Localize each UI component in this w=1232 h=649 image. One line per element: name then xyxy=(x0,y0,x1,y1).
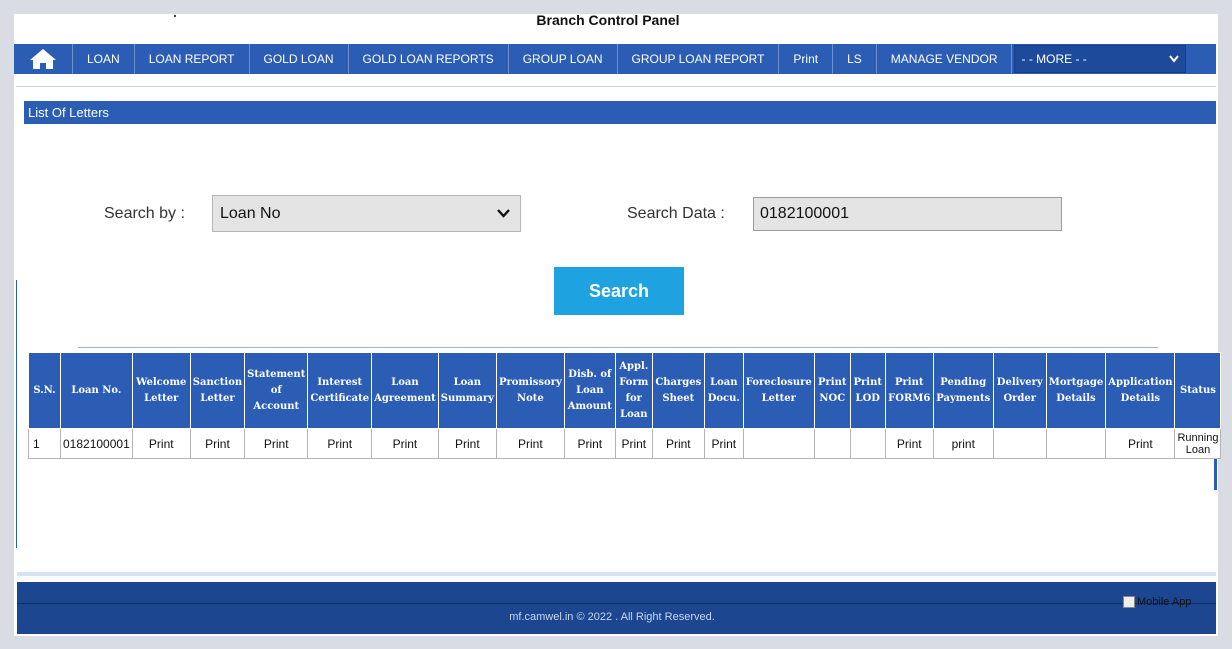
column-header: Promissory Note xyxy=(495,352,565,429)
section-title: List Of Letters xyxy=(24,101,1216,124)
column-header: Application Details xyxy=(1105,352,1176,429)
column-header: Pending Payments xyxy=(932,352,994,429)
print-statement-link[interactable]: Print xyxy=(244,428,309,459)
search-button[interactable]: Search xyxy=(554,267,684,315)
nav-loan-report[interactable]: LOAN REPORT xyxy=(135,44,250,74)
footer-copyright: mf.camwel.in © 2022 . All Right Reserved… xyxy=(509,611,715,623)
delivery-order-cell xyxy=(992,428,1047,459)
print-promissory-note-link[interactable]: Print xyxy=(495,428,565,459)
footer: Mobile App mf.camwel.in © 2022 . All Rig… xyxy=(17,582,1216,634)
nav-print[interactable]: Print xyxy=(779,44,834,74)
print-interest-certificate-link[interactable]: Print xyxy=(307,428,373,459)
print-form6-link[interactable]: Print xyxy=(884,428,934,459)
footer-divider xyxy=(17,572,1216,576)
column-header: Foreclosure Letter xyxy=(742,352,815,429)
print-welcome-letter-link[interactable]: Print xyxy=(131,428,191,459)
nav-loan[interactable]: LOAN xyxy=(73,44,135,74)
divider xyxy=(16,86,1216,87)
footer-line xyxy=(17,603,1216,604)
column-header: Loan No. xyxy=(60,352,133,429)
page-title: Branch Control Panel xyxy=(536,12,680,28)
print-sanction-letter-link[interactable]: Print xyxy=(189,428,246,459)
navbar-filler xyxy=(1186,44,1216,74)
nav-ls[interactable]: LS xyxy=(833,44,877,74)
column-header: Status xyxy=(1174,352,1222,429)
nav-home[interactable] xyxy=(14,44,73,74)
loan-no-cell: 0182100001 xyxy=(60,428,133,459)
column-header: Print NOC xyxy=(813,352,851,429)
print-loan-document-link[interactable]: Print xyxy=(703,428,744,459)
column-header: Print LOD xyxy=(849,352,886,429)
sn-cell: 1 xyxy=(28,428,61,459)
nav-manage-vendor[interactable]: MANAGE VENDOR xyxy=(877,44,1013,74)
nav-group-loan-report[interactable]: GROUP LOAN REPORT xyxy=(618,44,780,74)
print-pending-payments-link[interactable]: print xyxy=(932,428,994,459)
column-header: Delivery Order xyxy=(992,352,1047,429)
broken-image-icon xyxy=(1123,596,1135,608)
column-header: Sanction Letter xyxy=(189,352,246,429)
column-header: Disb. of Loan Amount xyxy=(563,352,616,429)
print-application-form-link[interactable]: Print xyxy=(614,428,653,459)
column-header: Mortgage Details xyxy=(1045,352,1107,429)
nav-group-loan[interactable]: GROUP LOAN xyxy=(509,44,618,74)
table-header-row: S.N. Loan No. Welcome Letter Sanction Le… xyxy=(28,352,1222,429)
column-header: Loan Agreement xyxy=(371,352,439,429)
divider xyxy=(78,347,1158,348)
column-header: Loan Docu. xyxy=(703,352,744,429)
mortgage-details-cell xyxy=(1045,428,1107,459)
home-icon xyxy=(30,49,56,69)
main-navbar: LOAN LOAN REPORT GOLD LOAN GOLD LOAN REP… xyxy=(14,44,1216,74)
nav-gold-loan[interactable]: GOLD LOAN xyxy=(250,44,349,74)
column-header: Welcome Letter xyxy=(131,352,191,429)
column-header: Charges Sheet xyxy=(651,352,705,429)
mobile-app-link[interactable]: Mobile App xyxy=(1123,596,1191,608)
column-header: Print FORM6 xyxy=(884,352,934,429)
foreclosure-letter-cell xyxy=(742,428,815,459)
print-charges-sheet-link[interactable]: Print xyxy=(651,428,705,459)
search-by-label: Search by : xyxy=(104,205,185,222)
more-dropdown[interactable]: - - MORE - - xyxy=(1014,45,1187,73)
print-lod-cell xyxy=(849,428,886,459)
chevron-down-icon xyxy=(497,209,510,218)
print-loan-summary-link[interactable]: Print xyxy=(437,428,497,459)
column-header: Interest Certificate xyxy=(307,352,373,429)
nav-gold-loan-reports[interactable]: GOLD LOAN REPORTS xyxy=(349,44,509,74)
search-by-select[interactable]: Loan No xyxy=(212,195,521,232)
search-data-input[interactable] xyxy=(753,197,1062,231)
search-by-value: Loan No xyxy=(220,204,281,222)
print-noc-cell xyxy=(813,428,851,459)
column-header: Loan Summary xyxy=(437,352,497,429)
print-loan-agreement-link[interactable]: Print xyxy=(371,428,439,459)
column-header: S.N. xyxy=(28,352,61,429)
status-cell: Running Loan xyxy=(1174,428,1222,459)
table-row: 1 0182100001 Print Print Print Print Pri… xyxy=(28,428,1222,459)
print-disbursement-link[interactable]: Print xyxy=(563,428,616,459)
chevron-down-icon xyxy=(1169,55,1180,63)
column-header: Statement of Account xyxy=(244,352,309,429)
letters-table: S.N. Loan No. Welcome Letter Sanction Le… xyxy=(28,352,1222,459)
content-border xyxy=(16,280,17,548)
more-dropdown-label: - - MORE - - xyxy=(1021,52,1087,66)
mobile-app-alt-text: Mobile App xyxy=(1137,596,1192,608)
print-application-details-link[interactable]: Print xyxy=(1105,428,1176,459)
search-data-label: Search Data : xyxy=(627,205,725,222)
column-header: Appl. Form for Loan xyxy=(614,352,653,429)
